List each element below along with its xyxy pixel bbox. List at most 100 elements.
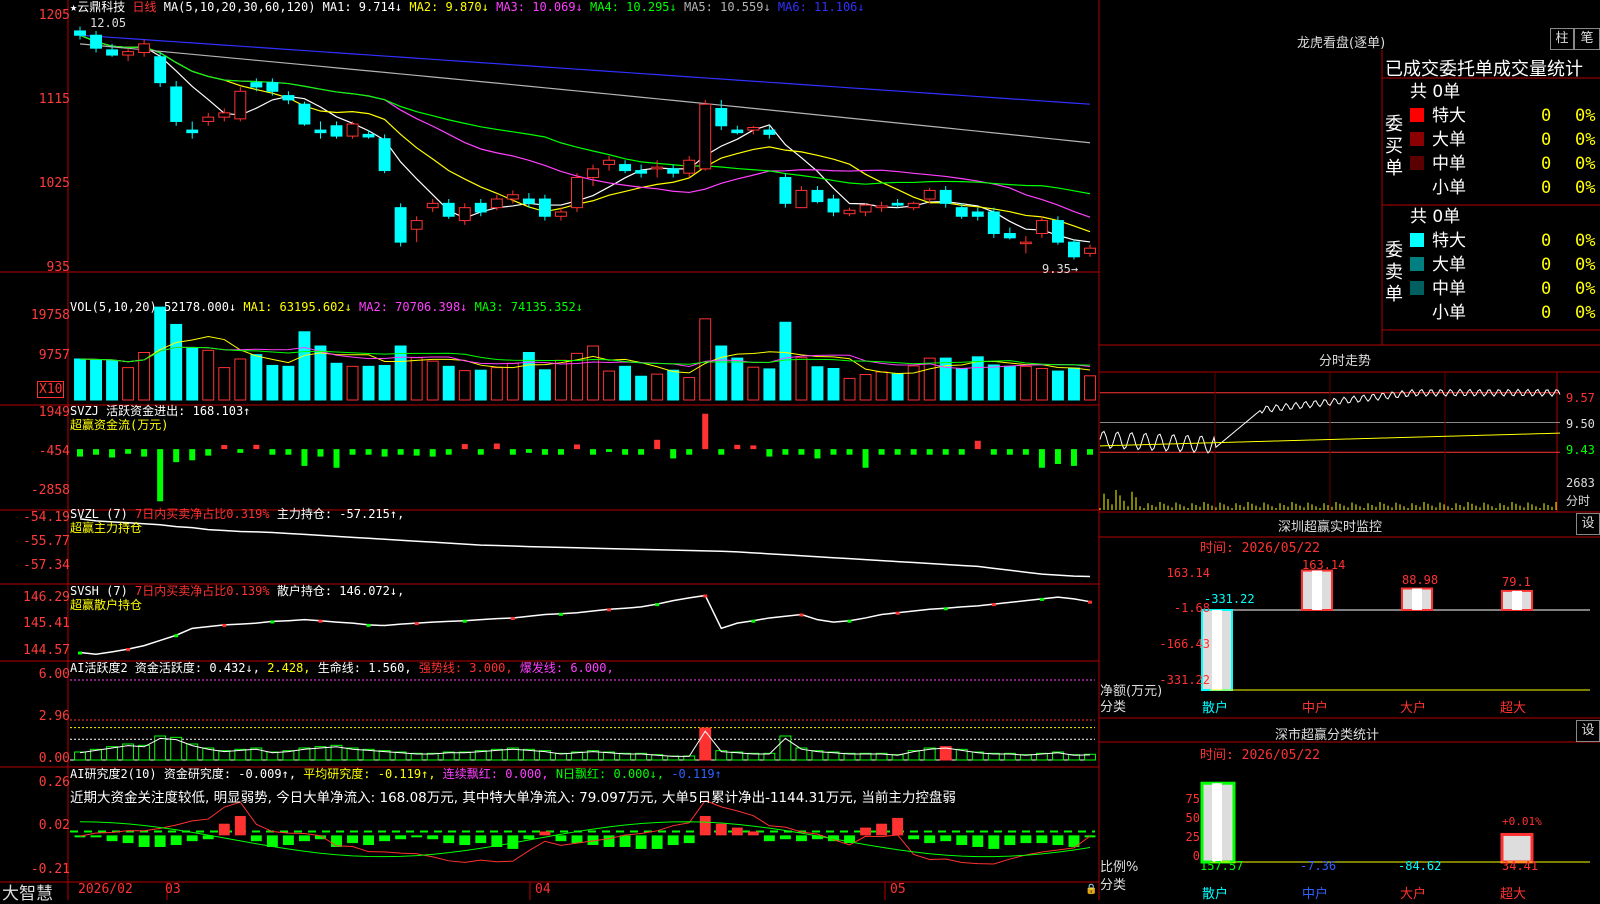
stock-name[interactable]: ★云鼎科技 (70, 0, 125, 14)
research-bar (282, 835, 294, 846)
candle (619, 164, 632, 172)
svsh-title: SVSH (7) (70, 584, 128, 598)
research-bar (459, 835, 471, 846)
bar-value: -331.22 (1204, 592, 1255, 606)
volume-bar (683, 377, 696, 401)
y-tick: 0 (1192, 849, 1200, 863)
candle (218, 112, 231, 118)
flow-bar (702, 413, 709, 450)
flow-bar (125, 449, 132, 454)
count: 0 (1541, 255, 1552, 275)
y-tick: 6.00 (38, 667, 70, 682)
volume-bar (442, 365, 455, 401)
candle (635, 170, 648, 174)
retail-mark (222, 623, 227, 627)
flow-bar (477, 449, 484, 455)
retail-mark (318, 619, 323, 623)
candle (138, 43, 151, 53)
candle (955, 207, 968, 217)
pct: 0% (1575, 130, 1596, 150)
cat-label: 散户 (1202, 701, 1229, 716)
y-tick: -454 (38, 444, 70, 459)
ai1-t2: 2.428, (267, 661, 311, 675)
volume-bar (234, 358, 247, 401)
bar-mode-button[interactable]: 柱 (1550, 28, 1574, 50)
volume-bar (378, 364, 391, 401)
low-mark: 9.35→ (1042, 262, 1079, 276)
y-tick: 50 (1185, 811, 1200, 825)
research-bar (1052, 835, 1064, 846)
y-tick: 0.00 (38, 751, 70, 766)
ai2-t3: 连续飘红: 0.000, (442, 767, 549, 781)
tick-mode-button[interactable]: 笔 (1574, 28, 1600, 50)
candle (538, 198, 551, 217)
volume-bar (699, 318, 712, 401)
activity-bar (74, 751, 86, 761)
svzl-line1: 7日内买卖净占比0.319% (135, 507, 270, 521)
flow-bar (1070, 449, 1077, 466)
lock-icon[interactable]: 🔒 (1085, 884, 1097, 895)
classify-note: +0.01% (1502, 815, 1542, 828)
retail-mark (607, 608, 612, 612)
flow-bar (509, 449, 516, 455)
sell-row: 特大 (1410, 229, 1466, 253)
flow-bar (1054, 449, 1061, 465)
candle (811, 189, 824, 203)
retail-mark (174, 634, 179, 638)
date-label: 05 (890, 882, 906, 897)
volume-bar (298, 331, 311, 401)
research-bar (218, 823, 230, 836)
research-bar (988, 835, 1000, 849)
flow-bar (654, 439, 661, 450)
research-bar (731, 827, 743, 836)
research-bar (555, 835, 567, 842)
volume-bar (731, 357, 744, 401)
cat-label: 散户 (1202, 887, 1229, 902)
intraday-price: 9.43 (1566, 443, 1595, 457)
bar-value: 163.14 (1302, 558, 1346, 572)
candle (442, 202, 455, 217)
vol-title: VOL(5,10,20) (70, 300, 157, 314)
candle (426, 202, 439, 209)
cat-label: 中户 (1302, 701, 1329, 716)
retail-line (79, 594, 1091, 656)
flow-bar (1006, 449, 1013, 455)
activity-bar (779, 735, 792, 761)
research-bar (699, 815, 711, 836)
sell-row: 中单 (1410, 277, 1466, 301)
y-tick: 1205 (38, 8, 70, 23)
period-label[interactable]: 日线 (132, 0, 156, 14)
retail-mark (847, 619, 852, 623)
research-bar (892, 817, 904, 836)
monitor-settings-button[interactable]: 设 (1576, 513, 1600, 535)
candle (490, 198, 503, 209)
date-label: 2026/02 (78, 882, 133, 897)
research-bar (411, 835, 423, 838)
candle (202, 116, 215, 122)
vol-unit-badge[interactable]: X10 (37, 381, 65, 398)
buy-row: 小单 (1410, 176, 1466, 200)
volume-bar (426, 360, 439, 401)
volume-bar (1035, 367, 1048, 401)
ma-head: MA(5,10,20,30,60,120) (163, 0, 316, 14)
candle (282, 95, 295, 101)
candle (170, 86, 183, 122)
y-tick: 75 (1185, 792, 1200, 806)
research-bar (379, 835, 391, 842)
vol-header: VOL(5,10,20) 52178.000↓ MA1: 63195.602↓ … (70, 300, 583, 314)
flow-bar (894, 449, 901, 455)
flow-bar (830, 449, 837, 455)
candle (346, 123, 359, 137)
classify-settings-button[interactable]: 设 (1576, 720, 1600, 742)
volume-bar (330, 362, 343, 401)
kline-chart-area[interactable] (0, 0, 1600, 900)
flow-bar (974, 440, 981, 450)
sell-row: 小单 (1410, 301, 1466, 325)
pct: 0% (1575, 178, 1596, 198)
research-bar (1036, 835, 1048, 844)
flow-bar (622, 449, 629, 455)
research-bar (860, 827, 872, 836)
research-bar (619, 835, 631, 847)
candle (266, 82, 279, 92)
retail-mark (414, 622, 419, 626)
